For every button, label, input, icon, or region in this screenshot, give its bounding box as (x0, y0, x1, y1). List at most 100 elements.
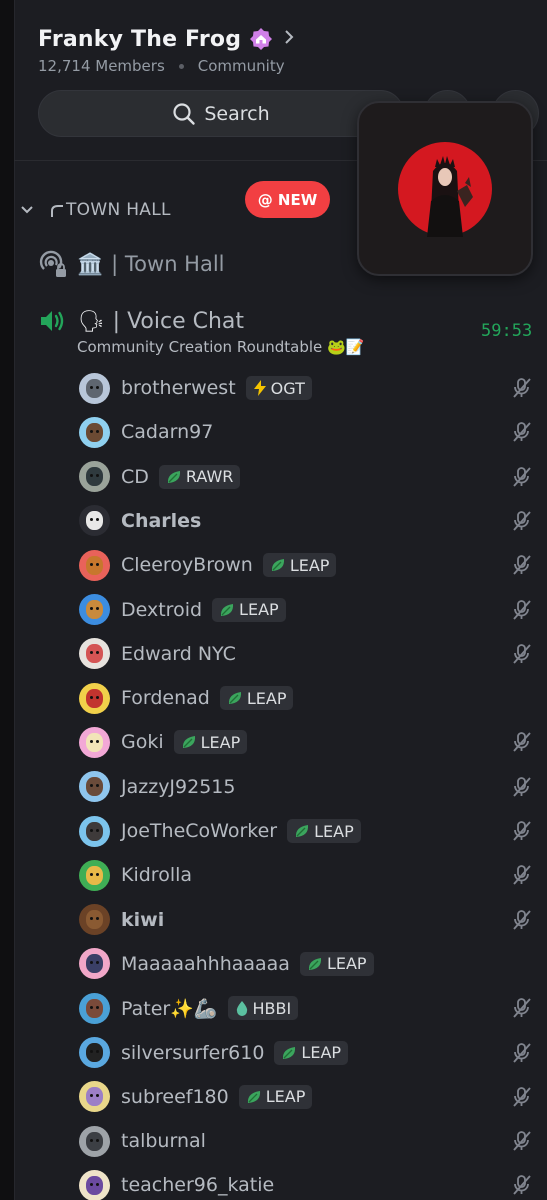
drop-icon (235, 1000, 249, 1017)
avatar[interactable] (79, 594, 110, 625)
tag-label: OGT (270, 378, 305, 398)
floating-avatar-card[interactable] (357, 101, 533, 276)
mic-muted-icon (511, 1042, 533, 1068)
member-row[interactable]: brotherwest OGT (79, 372, 539, 404)
avatar[interactable] (79, 1037, 110, 1068)
profile-artwork (398, 141, 492, 237)
leaf-icon (166, 469, 182, 485)
member-row[interactable]: CD RAWR (79, 461, 539, 493)
avatar[interactable] (79, 1169, 110, 1200)
member-row[interactable]: Maaaaahhhaaaaa LEAP (79, 948, 539, 980)
chevron-right-icon[interactable] (283, 29, 295, 50)
server-name[interactable]: Franky The Frog (38, 27, 241, 52)
member-name: talburnal (121, 1130, 206, 1153)
category-name: TOWN HALL (66, 200, 171, 220)
member-row[interactable]: Pater✨🦾 HBBI (79, 992, 539, 1024)
avatar[interactable] (79, 505, 110, 537)
thread-curve-icon (51, 205, 63, 217)
tag-label: LEAP (239, 600, 279, 619)
mic-muted-icon (511, 466, 533, 492)
channel-voice-chat[interactable]: 🗣 | Voice Chat (38, 303, 244, 339)
member-row[interactable]: Goki LEAP (79, 726, 539, 758)
avatar[interactable] (79, 416, 110, 448)
member-row[interactable]: Edward NYC (79, 638, 539, 670)
stage-locked-icon (39, 250, 66, 277)
server-header[interactable]: Franky The Frog (38, 22, 295, 56)
member-row[interactable]: talburnal (79, 1125, 539, 1157)
member-server-tag[interactable]: RAWR (158, 464, 241, 489)
mic-muted-icon (511, 643, 533, 669)
member-row[interactable]: silversurfer610 LEAP (79, 1037, 539, 1069)
tag-label: RAWR (185, 467, 234, 487)
leaf-icon (294, 823, 310, 839)
member-row[interactable]: teacher96_katie (79, 1169, 539, 1200)
mic-muted-icon (511, 377, 533, 403)
member-server-tag[interactable]: LEAP (238, 1084, 313, 1109)
member-row[interactable]: Fordenad LEAP (79, 682, 539, 714)
member-name: silversurfer610 (121, 1041, 265, 1064)
avatar[interactable] (79, 992, 110, 1024)
avatar[interactable] (79, 461, 110, 493)
channel-town-hall[interactable]: 🏛️ | Town Hall (38, 246, 225, 282)
member-server-tag[interactable]: LEAP (287, 819, 361, 843)
tag-label: LEAP (301, 1043, 342, 1062)
member-server-tag[interactable]: LEAP (212, 597, 286, 622)
member-row[interactable]: JazzyJ92515 (79, 771, 539, 803)
avatar[interactable] (79, 904, 110, 936)
member-name: Charles (121, 509, 202, 532)
member-row[interactable]: kiwi (79, 904, 539, 936)
member-row[interactable]: Cadarn97 (79, 416, 539, 448)
avatar[interactable] (79, 1125, 110, 1157)
leaf-icon (227, 690, 243, 706)
separator-dot (178, 63, 184, 69)
search-button[interactable]: Search (38, 90, 404, 137)
avatar[interactable] (79, 948, 110, 980)
avatar[interactable] (79, 859, 110, 891)
mic-muted-icon (511, 820, 533, 846)
member-name: CleeroyBrown (121, 554, 253, 577)
member-server-tag[interactable]: HBBI (227, 996, 299, 1021)
member-name: subreef180 (121, 1085, 229, 1108)
chevron-down-icon (21, 206, 33, 214)
mic-muted-icon (511, 909, 533, 935)
mic-muted-icon (511, 1174, 533, 1200)
new-mentions-badge[interactable]: @ NEW (245, 181, 330, 218)
lightning-icon (253, 380, 267, 396)
member-server-tag[interactable]: LEAP (219, 686, 294, 711)
mic-muted-icon (511, 997, 533, 1023)
mic-muted-icon (511, 1086, 533, 1112)
member-row[interactable]: CleeroyBrown LEAP (79, 549, 539, 581)
member-row[interactable]: subreef180 LEAP (79, 1081, 539, 1113)
voice-chat-emoji: 🗣 (78, 308, 105, 333)
member-name: Goki (121, 731, 164, 754)
category-town-hall[interactable]: TOWN HALL (20, 196, 171, 224)
server-boost-icon (249, 27, 273, 51)
mic-muted-icon (511, 1130, 533, 1156)
avatar[interactable] (79, 549, 110, 581)
member-row[interactable]: Dextroid LEAP (79, 594, 539, 626)
town-hall-emoji: 🏛️ (77, 251, 104, 276)
member-server-tag[interactable]: LEAP (274, 1040, 349, 1065)
member-server-tag[interactable]: LEAP (299, 951, 374, 976)
tag-label: LEAP (246, 688, 287, 708)
member-name: Fordenad (121, 687, 210, 710)
avatar[interactable] (79, 726, 110, 758)
member-row[interactable]: Kidrolla (79, 859, 539, 891)
avatar[interactable] (79, 682, 110, 714)
mic-muted-icon (511, 776, 533, 802)
avatar[interactable] (79, 1081, 110, 1113)
avatar[interactable] (79, 638, 110, 670)
avatar[interactable] (79, 771, 110, 803)
member-row[interactable]: JoeTheCoWorker LEAP (79, 815, 539, 847)
member-server-tag[interactable]: LEAP (173, 730, 248, 755)
member-row[interactable]: Charles (79, 505, 539, 537)
member-server-tag[interactable]: OGT (245, 376, 312, 400)
tag-label: LEAP (289, 555, 330, 575)
member-name: Dextroid (121, 598, 203, 621)
member-name: Edward NYC (121, 642, 236, 665)
avatar[interactable] (79, 372, 110, 404)
member-server-tag[interactable]: LEAP (262, 553, 337, 578)
tag-label: LEAP (326, 954, 367, 974)
avatar[interactable] (79, 815, 110, 847)
member-name: Kidrolla (121, 864, 193, 887)
